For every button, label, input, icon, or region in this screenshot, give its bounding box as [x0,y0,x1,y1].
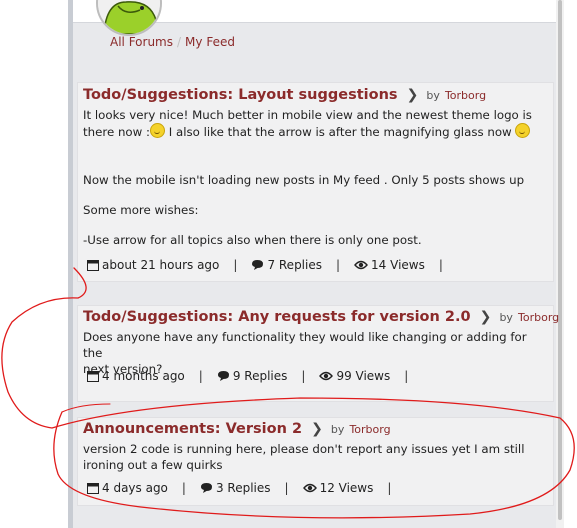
eye-icon [354,260,368,270]
post-time: 4 months ago [102,369,185,383]
comment-icon [200,483,212,493]
post-replies[interactable]: 9 Replies [233,369,288,383]
post-category[interactable]: Announcements: [83,421,221,437]
post-title-text[interactable]: Any requests for version 2.0 [238,309,470,325]
post-body-line: there now : I also like that the arrow i… [83,123,545,140]
post-body-line: It looks very nice! Much better in mobil… [83,108,532,122]
chevron-right-icon[interactable]: ❯ [407,87,419,103]
meta-separator: | [301,369,306,383]
calendar-icon [87,260,99,271]
post-body-line: version 2 code is running here, please d… [83,442,525,456]
post-author[interactable]: Torborg [518,311,559,324]
calendar-icon [87,483,99,494]
post-title[interactable]: Todo/Suggestions: Layout suggestions ❯ b… [83,87,486,103]
post-meta: about 21 hours ago | 7 Replies | 14 Views | [87,258,457,272]
post-views: 12 Views [319,481,374,495]
post-body: version 2 code is running here, please d… [83,441,545,473]
post-title[interactable]: Announcements: Version 2 ❯ by Torborg [83,421,391,437]
left-margin [0,0,72,528]
post-title-text[interactable]: Version 2 [226,421,302,437]
post-meta: 4 months ago | 9 Replies | 99 Views | [87,369,422,383]
post-title[interactable]: Todo/Suggestions: Any requests for versi… [83,309,559,325]
meta-separator: | [198,369,203,383]
thumbs-up-emoji-icon [515,123,531,138]
post-author[interactable]: Torborg [349,423,390,436]
post-views: 99 Views [336,369,391,383]
by-label: by [426,89,440,102]
meta-separator: | [438,258,443,272]
meta-separator: | [284,481,289,495]
post-card: Announcements: Version 2 ❯ by Torborg ve… [77,417,554,506]
meta-separator: | [336,258,341,272]
post-category[interactable]: Todo/Suggestions: [83,309,233,325]
post-body: It looks very nice! Much better in mobil… [83,107,545,248]
chevron-right-icon[interactable]: ❯ [311,421,323,437]
post-category[interactable]: Todo/Suggestions: [83,87,233,103]
eye-icon [302,483,317,493]
post-replies[interactable]: 7 Replies [267,258,322,272]
post-meta: 4 days ago | 3 Replies | 12 Views | [87,481,405,495]
breadcrumb-all-forums[interactable]: All Forums [110,35,173,49]
meta-separator: | [181,481,186,495]
breadcrumb-my-feed[interactable]: My Feed [185,35,235,49]
post-time: about 21 hours ago [102,258,220,272]
post-card: Todo/Suggestions: Layout suggestions ❯ b… [77,82,554,282]
post-body-line: Now the mobile isn't loading new posts i… [83,173,525,187]
post-card: Todo/Suggestions: Any requests for versi… [77,305,559,402]
post-title-text[interactable]: Layout suggestions [238,87,397,103]
meta-separator: | [387,481,392,495]
post-replies[interactable]: 3 Replies [216,481,271,495]
calendar-icon [87,371,99,382]
post-body-line: ironing out a few quirks [83,458,223,472]
scrollbar-thumb[interactable] [558,0,562,520]
breadcrumb-separator: / [177,35,182,49]
post-author[interactable]: Torborg [445,89,486,102]
meta-separator: | [233,258,238,272]
post-body-line: -Use arrow for all topics also when ther… [83,233,422,247]
chevron-right-icon[interactable]: ❯ [480,309,492,325]
eye-icon [319,371,334,381]
post-body-line: Does anyone have any functionality they … [83,330,527,360]
comment-icon [217,371,229,381]
comment-icon [252,260,264,270]
post-body-line: Some more wishes: [83,203,199,217]
smiley-emoji-icon [150,123,166,138]
by-label: by [330,423,345,436]
breadcrumb: All Forums / My Feed [110,35,235,49]
meta-separator: | [404,369,409,383]
by-label: by [499,311,513,324]
post-time: 4 days ago [102,481,168,495]
post-views: 14 Views [371,258,425,272]
